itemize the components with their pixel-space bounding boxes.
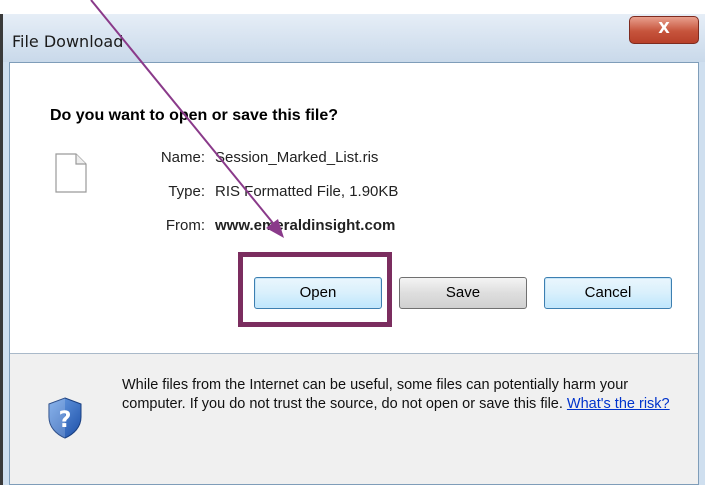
warning-section: ? While files from the Internet can be u… <box>10 354 698 484</box>
title-bar[interactable]: File Download X <box>3 14 705 62</box>
file-name-row: Name: Session_Marked_List.ris <box>105 149 379 166</box>
cancel-button[interactable]: Cancel <box>544 277 672 309</box>
warning-text: While files from the Internet can be use… <box>122 376 682 414</box>
file-type-row: Type: RIS Formatted File, 1.90KB <box>105 183 398 200</box>
dialog-content: Do you want to open or save this file? N… <box>9 62 699 485</box>
file-type-value: RIS Formatted File, 1.90KB <box>215 183 399 200</box>
save-button[interactable]: Save <box>399 277 527 309</box>
warning-message: While files from the Internet can be use… <box>122 377 629 412</box>
file-type-label: Type: <box>168 183 205 200</box>
file-icon <box>55 153 87 193</box>
file-download-dialog: File Download X Do you want to open or s… <box>0 14 705 485</box>
file-name-value: Session_Marked_List.ris <box>215 149 379 166</box>
dialog-title: File Download <box>12 32 124 51</box>
close-icon: X <box>658 19 670 37</box>
close-button[interactable]: X <box>629 16 699 44</box>
file-from-row: From: www.emeraldinsight.com <box>105 217 396 234</box>
shield-question-icon: ? <box>48 397 82 439</box>
dialog-question: Do you want to open or save this file? <box>50 107 339 124</box>
whats-the-risk-link[interactable]: What's the risk? <box>567 396 670 412</box>
file-name-label: Name: <box>160 149 205 166</box>
svg-text:?: ? <box>59 408 72 433</box>
open-button[interactable]: Open <box>254 277 382 309</box>
file-from-label: From: <box>165 217 205 234</box>
file-from-value: www.emeraldinsight.com <box>215 217 396 234</box>
